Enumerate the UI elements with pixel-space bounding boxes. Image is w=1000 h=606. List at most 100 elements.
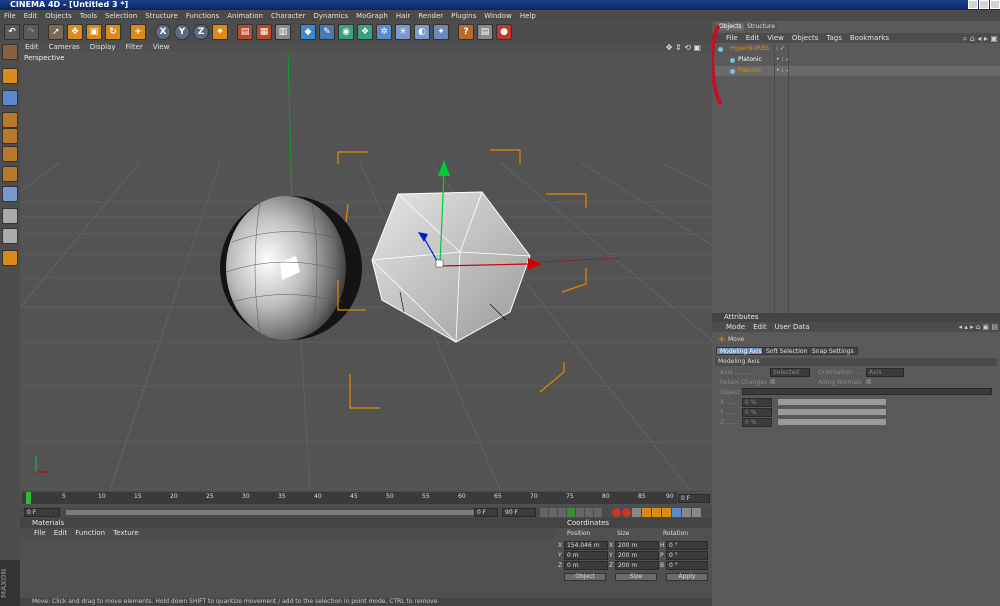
menu-help[interactable]: Help — [520, 12, 536, 20]
recent-tools-icon[interactable]: + — [130, 23, 146, 40]
keyframe-selection-icon[interactable] — [632, 508, 641, 517]
coordinate-mode-select[interactable]: Object — [564, 573, 606, 581]
playhead[interactable] — [26, 492, 31, 504]
position-y-field[interactable]: 0 m — [564, 551, 608, 560]
next-frame-icon[interactable] — [576, 508, 584, 517]
close-button[interactable] — [990, 0, 1000, 9]
object-visibility-icon[interactable]: ⁝ ✓ — [776, 44, 785, 54]
move-icon[interactable]: ✥ — [67, 23, 83, 40]
tab-snap-settings[interactable]: Snap Settings — [808, 347, 858, 355]
rotation-key-icon[interactable] — [662, 508, 671, 517]
timeline-options-icon[interactable] — [692, 508, 701, 517]
orientation-select[interactable]: Axis — [866, 368, 904, 377]
object-name[interactable]: Platonic — [738, 55, 762, 65]
use-object-tool-icon[interactable] — [2, 90, 18, 106]
objects-menu-objects[interactable]: Objects — [792, 34, 818, 42]
rotation-b-field[interactable]: 0 ° — [666, 561, 708, 570]
animation-mode-icon[interactable] — [2, 208, 18, 224]
object-link-field[interactable] — [742, 388, 992, 395]
z-slider[interactable] — [778, 419, 886, 425]
size-mode-select[interactable]: Size — [615, 573, 657, 581]
nurbs-icon[interactable]: ◉ — [338, 23, 354, 40]
position-x-field[interactable]: 154.046 m — [564, 541, 608, 550]
rotate-icon[interactable]: ↻ — [105, 23, 121, 40]
use-texture-tool-icon[interactable] — [2, 112, 18, 128]
viewport-menu-display[interactable]: Display — [90, 43, 116, 51]
size-x-field[interactable]: 200 m — [615, 541, 659, 550]
spline-pen-icon[interactable]: ✎ — [319, 23, 335, 40]
x-axis-toggle[interactable]: X — [155, 23, 171, 40]
rotation-p-field[interactable]: 0 ° — [666, 551, 708, 560]
range-start-field[interactable]: 0 F — [474, 508, 498, 517]
menu-character[interactable]: Character — [271, 12, 306, 20]
z-axis-toggle[interactable]: Z — [193, 23, 209, 40]
current-frame-field[interactable]: 0 F — [678, 494, 710, 503]
previous-key-icon[interactable] — [549, 508, 557, 517]
column-divider[interactable] — [788, 43, 789, 313]
attributes-menu-user-data[interactable]: User Data — [775, 323, 810, 331]
menu-mograph[interactable]: MoGraph — [356, 12, 388, 20]
menu-file[interactable]: File — [4, 12, 16, 20]
range-slider[interactable] — [66, 510, 486, 515]
object-name[interactable]: HyperNURBS — [730, 44, 769, 54]
perspective-viewport[interactable] — [20, 52, 712, 490]
menu-hair[interactable]: Hair — [396, 12, 410, 20]
redo-icon[interactable]: ↷ — [23, 23, 39, 40]
parameter-key-icon[interactable] — [672, 508, 681, 517]
point-level-key-icon[interactable] — [682, 508, 691, 517]
x-percent-field[interactable]: 0 % — [742, 398, 772, 407]
timeline-ruler[interactable]: 5 10 15 20 25 30 35 40 45 50 55 60 65 70… — [22, 492, 677, 504]
viewport-menu-filter[interactable]: Filter — [126, 43, 143, 51]
light-icon[interactable]: ✦ — [433, 23, 449, 40]
use-texture-axis-icon[interactable] — [2, 128, 18, 144]
tweak-mode-icon[interactable] — [2, 228, 18, 244]
objects-menu-bookmarks[interactable]: Bookmarks — [850, 34, 889, 42]
maximize-button[interactable] — [979, 0, 989, 9]
array-icon[interactable]: ❖ — [357, 23, 373, 40]
column-divider[interactable] — [774, 43, 775, 313]
y-percent-field[interactable]: 0 % — [742, 408, 772, 417]
record-icon[interactable]: ● — [496, 23, 512, 40]
materials-menu-function[interactable]: Function — [75, 529, 105, 537]
materials-menu-file[interactable]: File — [34, 529, 46, 537]
along-normals-checkbox[interactable] — [866, 379, 871, 384]
tab-structure[interactable]: Structure — [744, 23, 778, 31]
apply-button[interactable]: Apply — [666, 573, 708, 581]
position-key-icon[interactable] — [642, 508, 651, 517]
end-frame-field[interactable]: 90 F — [502, 508, 536, 517]
polygons-tool-icon[interactable] — [2, 186, 18, 202]
size-z-field[interactable]: 200 m — [615, 561, 659, 570]
materials-menu-texture[interactable]: Texture — [113, 529, 139, 537]
y-axis-toggle[interactable]: Y — [174, 23, 190, 40]
position-z-field[interactable]: 0 m — [564, 561, 608, 570]
menu-dynamics[interactable]: Dynamics — [314, 12, 349, 20]
use-model-tool-icon[interactable] — [2, 68, 18, 84]
layout-icon[interactable]: ▤ — [477, 23, 493, 40]
make-editable-icon[interactable] — [2, 44, 18, 60]
scale-key-icon[interactable] — [652, 508, 661, 517]
record-active-objects-icon[interactable] — [612, 508, 621, 517]
menu-plugins[interactable]: Plugins — [451, 12, 476, 20]
go-to-end-icon[interactable] — [594, 508, 602, 517]
render-picture-viewer-icon[interactable]: ▦ — [256, 23, 272, 40]
menu-window[interactable]: Window — [484, 12, 512, 20]
menu-animation[interactable]: Animation — [227, 12, 263, 20]
icosahedron-object[interactable] — [371, 191, 531, 343]
objects-menu-tags[interactable]: Tags — [826, 34, 842, 42]
object-name[interactable]: Platonic — [738, 66, 762, 76]
minimize-button[interactable] — [968, 0, 978, 9]
objects-menu-view[interactable]: View — [767, 34, 784, 42]
undo-icon[interactable]: ↶ — [4, 23, 20, 40]
viewport-nav-icons[interactable]: ✥ ⇕ ⟲ ▣ — [666, 43, 701, 52]
y-slider[interactable] — [778, 409, 886, 415]
attributes-menu-mode[interactable]: Mode — [726, 323, 745, 331]
materials-menu-edit[interactable]: Edit — [54, 529, 68, 537]
tab-modeling-axis[interactable]: Modeling Axis — [716, 347, 766, 355]
deformer-icon[interactable]: ✲ — [376, 23, 392, 40]
object-row[interactable]: HyperNURBS ⁝ ✓ — [712, 44, 1000, 54]
menu-objects[interactable]: Objects — [45, 12, 71, 20]
objects-nav-icons[interactable]: ⌕ ⌂ ◂ ▸ ▣ — [963, 34, 998, 44]
cube-icon[interactable]: ◆ — [300, 23, 316, 40]
camera-icon[interactable]: ◐ — [414, 23, 430, 40]
rotation-h-field[interactable]: 0 ° — [666, 541, 708, 550]
